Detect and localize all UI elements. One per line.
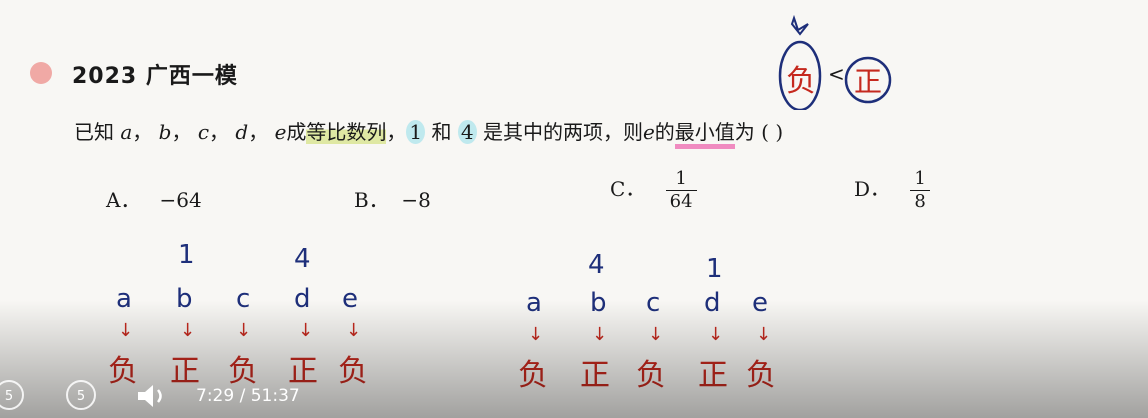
option-d: D． 1 8 bbox=[849, 168, 930, 212]
left-above-b: 1 bbox=[178, 240, 195, 270]
highlight-geometric-sequence: 等比数列 bbox=[306, 120, 387, 144]
rewind-icon-label: 5 bbox=[4, 389, 14, 404]
right-above-b: 4 bbox=[588, 250, 605, 280]
underline-min-value: 最小值 bbox=[674, 120, 735, 149]
forward-5s-button[interactable]: 5 bbox=[66, 380, 96, 410]
rewind-5s-button[interactable]: 5 bbox=[0, 380, 24, 410]
fraction-1-8: 1 8 bbox=[910, 168, 930, 212]
option-a: A． −64 bbox=[101, 188, 202, 212]
less-than-sign: < bbox=[828, 62, 845, 86]
player-controls: 5 5 7:29 / 51:37 bbox=[0, 372, 1148, 418]
video-frame: 2023 广西一模 已知 a， b， c， d， e成等比数列， 1 和 4 是其… bbox=[0, 0, 1148, 418]
volume-icon[interactable] bbox=[136, 382, 170, 410]
option-c: C． 1 64 bbox=[605, 168, 697, 212]
question-text: 已知 a， b， c， d， e成等比数列， 1 和 4 是其中的两项，则e的最小… bbox=[74, 116, 783, 149]
playback-time: 7:29 / 51:37 bbox=[196, 386, 300, 406]
highlight-4: 4 bbox=[457, 120, 477, 144]
neg-mark: 负 bbox=[786, 64, 816, 99]
star-icon bbox=[790, 14, 809, 36]
fraction-1-64: 1 64 bbox=[665, 168, 697, 212]
left-above-d: 4 bbox=[294, 244, 311, 274]
forward-icon-label: 5 bbox=[76, 389, 86, 404]
option-b: B． −8 bbox=[350, 188, 431, 212]
pos-mark: 正 bbox=[854, 65, 883, 98]
bullet-dot bbox=[30, 62, 52, 84]
right-above-d: 1 bbox=[706, 254, 723, 284]
highlight-1: 1 bbox=[406, 120, 426, 144]
problem-title: 2023 广西一模 bbox=[72, 64, 238, 89]
